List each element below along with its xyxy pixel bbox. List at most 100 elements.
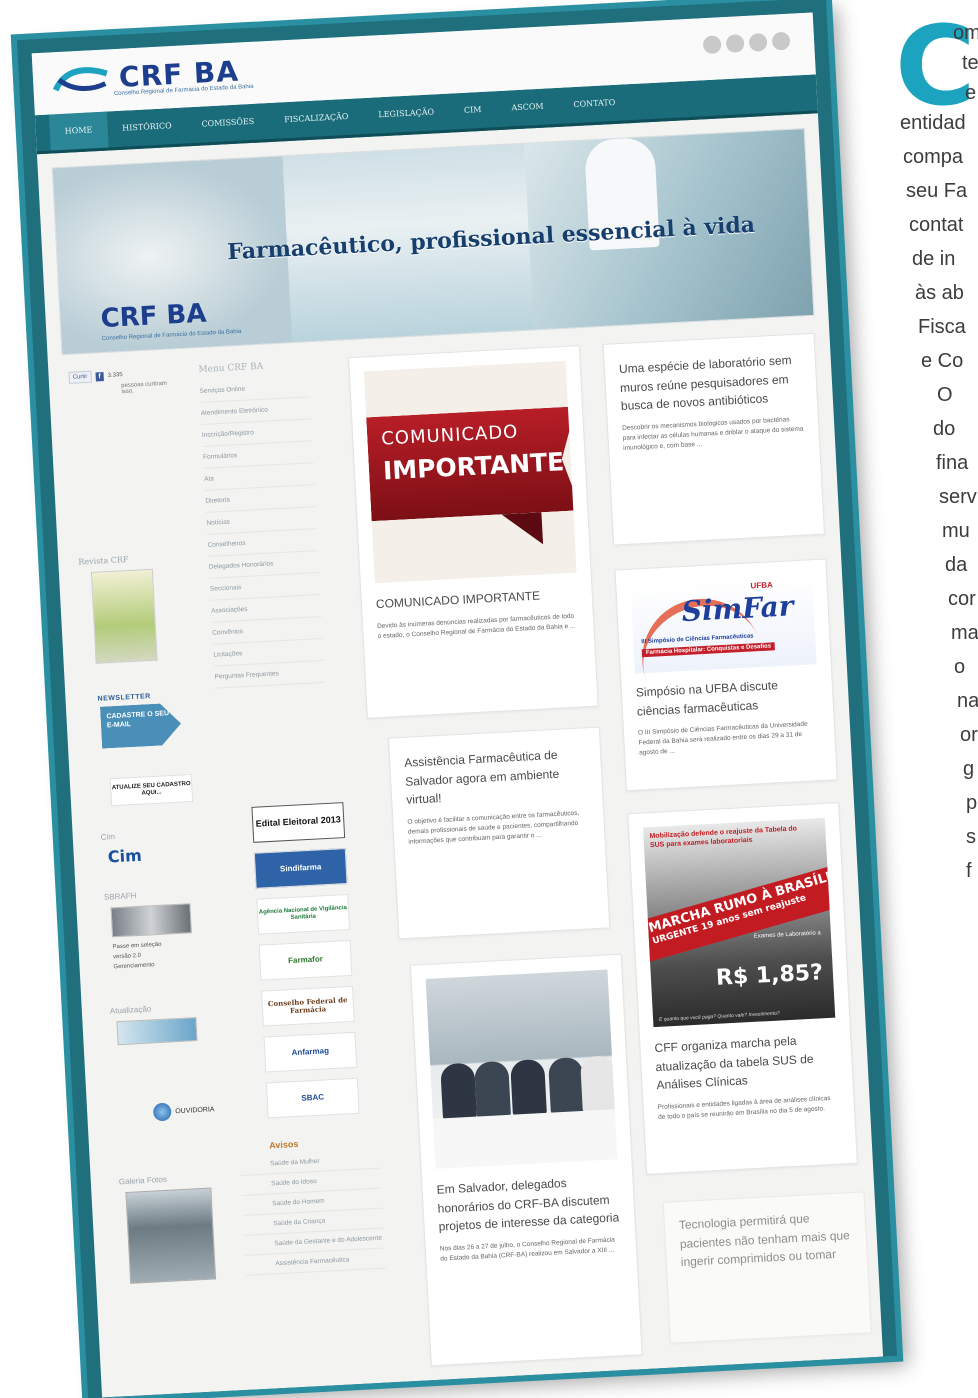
marcha-footnote: E quanto que você paga? Quanto vale? Inv… bbox=[658, 1010, 780, 1023]
sbrafh-title: SBRAFH bbox=[103, 891, 137, 903]
photo-person bbox=[474, 1060, 511, 1119]
main-content: Curtir f 3.335 pessoas curtiram isso. Re… bbox=[48, 332, 883, 1398]
farmafor-logo[interactable]: Farmafor bbox=[258, 939, 353, 981]
ribbon-line-2: IMPORTANTE bbox=[382, 447, 565, 486]
card-title[interactable]: Em Salvador, delegados honorários do CRF… bbox=[422, 1170, 635, 1237]
photo-table bbox=[432, 1109, 618, 1169]
card-title[interactable]: Tecnologia permitirá que pacientes não t… bbox=[664, 1206, 867, 1272]
body-text-line: s bbox=[966, 826, 976, 848]
gallery-title: Galeria Fotos bbox=[118, 1175, 168, 1187]
sbac-logo[interactable]: SBAC bbox=[265, 1077, 360, 1119]
newsletter-title: NEWSLETTER bbox=[97, 693, 151, 703]
partner-logos: Edital Eleitoral 2013 Sindifarma Agência… bbox=[251, 802, 367, 1119]
body-text-line: e bbox=[965, 82, 977, 104]
body-text-line: te bbox=[962, 52, 978, 74]
nav-contato[interactable]: CONTATO bbox=[558, 84, 632, 124]
facebook-icon: f bbox=[95, 371, 104, 381]
body-text-line: ma bbox=[951, 622, 978, 644]
newsletter-signup-button[interactable]: CADASTRE O SEU E-MAIL bbox=[100, 703, 182, 749]
news-card-assistencia[interactable]: Assistência Farmacêutica de Salvador ago… bbox=[387, 726, 611, 940]
body-text-line: o bbox=[954, 656, 966, 678]
body-text-line: às ab bbox=[915, 282, 964, 304]
nav-legislacao[interactable]: LEGISLAÇÃO bbox=[363, 94, 451, 134]
revista-title: Revista CRF bbox=[78, 555, 129, 567]
anvisa-logo[interactable]: Agência Nacional de Vigilância Sanitária bbox=[256, 893, 350, 935]
like-count: 3.335 bbox=[107, 372, 123, 379]
body-text-line: na bbox=[957, 690, 978, 712]
cff-logo[interactable]: Conselho Federal de Farmácia bbox=[261, 985, 355, 1027]
sindifarma-logo[interactable]: Sindifarma bbox=[253, 848, 348, 889]
body-text-line: seu Fa bbox=[906, 180, 968, 202]
marcha-header: Mobilização defende o reajuste da Tabela… bbox=[649, 825, 798, 849]
social-links bbox=[702, 31, 791, 55]
body-text-line: contat bbox=[909, 214, 964, 236]
comunicado-ribbon: COMUNICADO IMPORTANTE bbox=[366, 406, 576, 521]
website-page: CRF BA Conselho Regional de Farmácia do … bbox=[31, 12, 884, 1398]
body-text-line: or bbox=[960, 724, 978, 746]
body-text-line: da bbox=[945, 554, 968, 576]
videos-title: Atualização bbox=[109, 1004, 152, 1016]
like-button[interactable]: Curtir bbox=[68, 370, 92, 384]
hero-banner: Farmacêutico, profissional essencial à v… bbox=[51, 128, 815, 356]
menu-item[interactable]: Perguntas Frequentes bbox=[214, 660, 326, 689]
simfar-banner: SimFar UFBA III Simpósio de Ciências Far… bbox=[624, 574, 817, 688]
body-text-line: de in bbox=[912, 248, 956, 270]
news-card-tecnologia[interactable]: Tecnologia permitirá que pacientes não t… bbox=[662, 1191, 872, 1344]
body-text-line: entidad bbox=[900, 112, 966, 134]
cim-title: Cim bbox=[100, 832, 116, 843]
body-text-line: mu bbox=[942, 520, 970, 542]
news-card-delegados[interactable]: Em Salvador, delegados honorários do CRF… bbox=[409, 953, 643, 1367]
ribbon-fold bbox=[501, 512, 544, 547]
news-card-laboratorio[interactable]: Uma espécie de laboratório sem muros reú… bbox=[602, 332, 825, 546]
revista-cover[interactable] bbox=[90, 568, 158, 664]
youtube-icon[interactable] bbox=[748, 32, 768, 52]
body-text-line: O bbox=[937, 384, 953, 406]
update-registration-link[interactable]: ATUALIZE SEU CADASTRO AQUI... bbox=[109, 773, 194, 807]
photo-person bbox=[548, 1056, 585, 1115]
photo-person bbox=[440, 1062, 478, 1121]
comunicado-image: COMUNICADO IMPORTANTE bbox=[363, 360, 577, 584]
like-text: pessoas curtiram isso. bbox=[121, 380, 168, 396]
photo-person bbox=[510, 1058, 547, 1117]
avisos-title: Avisos bbox=[268, 1138, 299, 1151]
ouvidoria-icon bbox=[152, 1102, 172, 1122]
news-card-marcha[interactable]: Mobilização defende o reajuste da Tabela… bbox=[627, 802, 858, 1175]
body-text-line: cor bbox=[948, 588, 976, 610]
nav-historico[interactable]: HISTÓRICO bbox=[106, 107, 187, 147]
ouvidoria-link[interactable]: OUVIDORIA bbox=[152, 1100, 228, 1122]
facebook-icon[interactable] bbox=[702, 35, 722, 55]
cim-logo[interactable]: Cim bbox=[107, 842, 214, 867]
atualizacao-banner[interactable] bbox=[116, 1017, 198, 1046]
body-text-line: om bbox=[953, 22, 978, 44]
nav-ascom[interactable]: ASCOM bbox=[496, 88, 560, 127]
search-icon[interactable] bbox=[771, 31, 791, 51]
body-text-line: e Co bbox=[921, 350, 964, 372]
twitter-icon[interactable] bbox=[725, 34, 745, 54]
delegados-photo bbox=[425, 969, 618, 1169]
nav-cim[interactable]: CIM bbox=[448, 91, 497, 129]
gallery-thumbnail[interactable] bbox=[125, 1187, 217, 1285]
marcha-exames: Exames de Laboratório a bbox=[753, 930, 821, 940]
anfarmag-logo[interactable]: Anfarmag bbox=[263, 1031, 358, 1073]
sbrafh-notes: Passe em seleção versão 2.0 Gerenciament… bbox=[112, 938, 219, 972]
menu-title: Menu CRF BA bbox=[198, 361, 264, 376]
news-card-comunicado[interactable]: COMUNICADO IMPORTANTE COMUNICADO IMPORTA… bbox=[348, 345, 599, 719]
body-text-line: g bbox=[963, 758, 975, 780]
body-text-line: p bbox=[966, 792, 978, 814]
ouvidoria-label: OUVIDORIA bbox=[175, 1105, 215, 1115]
nav-home[interactable]: HOME bbox=[48, 111, 109, 151]
website-screenshot-frame: CRF BA Conselho Regional de Farmácia do … bbox=[16, 0, 898, 1398]
nav-fiscalizacao[interactable]: FISCALIZAÇÃO bbox=[268, 98, 364, 139]
edital-eleitoral-logo[interactable]: Edital Eleitoral 2013 bbox=[251, 802, 346, 843]
marcha-price: R$ 1,85? bbox=[715, 960, 824, 991]
banner-logo-text: CRF BA bbox=[99, 298, 208, 335]
sbrafh-banner[interactable] bbox=[110, 903, 192, 938]
marcha-banner: MARCHA RUMO À BRASÍLIA URGENTE 19 anos s… bbox=[643, 850, 836, 963]
news-card-simfar[interactable]: SimFar UFBA III Simpósio de Ciências Far… bbox=[614, 558, 838, 792]
body-text-line: Fisca bbox=[918, 316, 966, 338]
body-text-line: f bbox=[966, 860, 972, 882]
body-text-line: do bbox=[933, 418, 956, 440]
snake-logo-icon bbox=[50, 59, 112, 98]
nav-comissoes[interactable]: COMISSÕES bbox=[186, 103, 271, 143]
ribbon-line-1: COMUNICADO bbox=[380, 421, 519, 450]
